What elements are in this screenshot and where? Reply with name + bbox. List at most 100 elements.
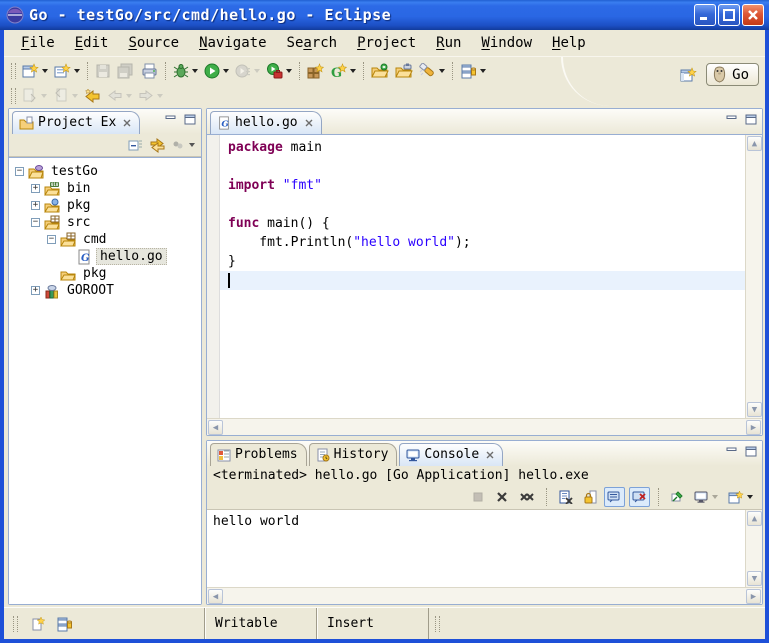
- tab-close-icon[interactable]: [123, 119, 131, 127]
- tree-item-goroot[interactable]: + GOROOT: [15, 282, 201, 299]
- code-line[interactable]: package main: [220, 138, 745, 157]
- show-view-dropdown[interactable]: [480, 69, 486, 73]
- menu-item-source[interactable]: Source: [119, 32, 188, 54]
- scroll-up-icon[interactable]: ▲: [747, 136, 762, 151]
- expander-collapse-icon[interactable]: −: [15, 167, 24, 176]
- menu-item-file[interactable]: File: [12, 32, 64, 54]
- open-console-button[interactable]: [725, 487, 756, 507]
- previous-annotation-dropdown[interactable]: [72, 94, 78, 98]
- code-line[interactable]: [220, 157, 745, 176]
- tree-item-bin[interactable]: + 010 bin: [15, 180, 201, 197]
- tab-console[interactable]: Console: [399, 443, 503, 466]
- menu-item-project[interactable]: Project: [348, 32, 425, 54]
- menu-item-help[interactable]: Help: [543, 32, 595, 54]
- toolbar-grip[interactable]: [11, 88, 16, 104]
- code-line[interactable]: [220, 195, 745, 214]
- menu-item-edit[interactable]: Edit: [66, 32, 118, 54]
- expander-expand-icon[interactable]: +: [31, 184, 40, 193]
- run-dropdown[interactable]: [223, 69, 229, 73]
- tree-label[interactable]: src: [64, 215, 93, 230]
- import-button[interactable]: [368, 60, 392, 82]
- collapse-all-button[interactable]: [127, 138, 143, 153]
- scroll-lock-button[interactable]: [580, 487, 600, 507]
- tree-label[interactable]: GOROOT: [64, 283, 117, 298]
- new-package-button[interactable]: [304, 60, 327, 82]
- scroll-right-icon[interactable]: ▶: [746, 589, 761, 604]
- tab-project-explorer[interactable]: Project Ex: [12, 111, 140, 134]
- editor-horizontal-scrollbar[interactable]: ◀ ▶: [207, 418, 762, 435]
- link-with-editor-button[interactable]: [149, 138, 166, 153]
- show-view-button[interactable]: [457, 60, 489, 82]
- tab-close-icon[interactable]: [486, 451, 494, 459]
- statusbar-grip[interactable]: [435, 616, 440, 632]
- maximize-view-icon[interactable]: [745, 114, 757, 125]
- new-wizard-button[interactable]: [19, 60, 51, 82]
- code-line[interactable]: }: [220, 252, 745, 271]
- next-annotation-dropdown[interactable]: [41, 94, 47, 98]
- open-perspective-button[interactable]: [677, 64, 700, 86]
- tab-close-icon[interactable]: [305, 119, 313, 127]
- show-stderr-button[interactable]: [629, 487, 650, 507]
- tree-label[interactable]: pkg: [80, 266, 109, 281]
- show-view-trim-icon[interactable]: [56, 616, 73, 632]
- tab-problems[interactable]: Problems: [210, 443, 307, 466]
- console-horizontal-scrollbar[interactable]: ◀ ▶: [207, 587, 762, 604]
- back-dropdown[interactable]: [126, 94, 132, 98]
- view-menu-dropdown[interactable]: [189, 143, 195, 147]
- tree-item-pkg-src[interactable]: pkg: [15, 265, 201, 282]
- tree-label[interactable]: cmd: [80, 232, 109, 247]
- next-annotation-button[interactable]: [19, 85, 50, 106]
- console-output[interactable]: hello world: [207, 510, 745, 587]
- maximize-button[interactable]: [718, 4, 740, 26]
- expander-expand-icon[interactable]: +: [31, 286, 40, 295]
- tree-item-cmd[interactable]: − cmd: [15, 231, 201, 248]
- tree-item-testgo[interactable]: − testGo: [15, 163, 201, 180]
- display-console-dropdown[interactable]: [712, 495, 718, 499]
- statusbar-grip[interactable]: [13, 616, 18, 632]
- debug-button[interactable]: [170, 60, 201, 82]
- minimize-button[interactable]: [694, 4, 716, 26]
- new-go-type-button[interactable]: G: [327, 60, 359, 82]
- fast-view-icon[interactable]: [31, 616, 46, 632]
- expander-collapse-icon[interactable]: −: [47, 235, 56, 244]
- minimize-view-icon[interactable]: [726, 446, 738, 457]
- new-go-type-dropdown[interactable]: [350, 69, 356, 73]
- forward-dropdown[interactable]: [157, 94, 163, 98]
- show-stdout-button[interactable]: [604, 487, 625, 507]
- new-go-element-dropdown[interactable]: [74, 69, 80, 73]
- display-console-button[interactable]: [691, 487, 721, 507]
- tree-item-hello-go[interactable]: G hello.go: [15, 248, 201, 265]
- external-tools-dropdown[interactable]: [286, 69, 292, 73]
- search-dropdown[interactable]: [439, 69, 445, 73]
- new-wizard-dropdown[interactable]: [42, 69, 48, 73]
- minimize-view-icon[interactable]: [165, 114, 177, 125]
- menu-item-run[interactable]: Run: [427, 32, 470, 54]
- go-perspective-button[interactable]: Go: [706, 63, 759, 86]
- editor-vertical-scrollbar[interactable]: ▲ ▼: [745, 135, 762, 418]
- remove-launch-button[interactable]: [492, 487, 512, 507]
- run-history-dropdown[interactable]: [254, 69, 260, 73]
- toolbar-grip[interactable]: [11, 63, 16, 79]
- run-history-button[interactable]: [232, 60, 263, 82]
- print-button[interactable]: [138, 60, 161, 82]
- editor-gutter[interactable]: [207, 135, 220, 418]
- tree-label[interactable]: hello.go: [96, 248, 167, 265]
- view-menu-button[interactable]: [172, 139, 195, 151]
- scroll-right-icon[interactable]: ▶: [746, 420, 761, 435]
- back-button[interactable]: [104, 85, 135, 106]
- maximize-view-icon[interactable]: [745, 446, 757, 457]
- scroll-down-icon[interactable]: ▼: [747, 571, 762, 586]
- tree-label[interactable]: pkg: [64, 198, 93, 213]
- scroll-up-icon[interactable]: ▲: [747, 511, 762, 526]
- title-bar[interactable]: Go - testGo/src/cmd/hello.go - Eclipse: [0, 0, 769, 30]
- tree-item-pkg[interactable]: + pkg: [15, 197, 201, 214]
- remove-all-launches-button[interactable]: [516, 487, 538, 507]
- save-button[interactable]: [92, 60, 114, 82]
- scroll-down-icon[interactable]: ▼: [747, 402, 762, 417]
- forward-button[interactable]: [135, 85, 166, 106]
- save-all-button[interactable]: [114, 60, 138, 82]
- expander-collapse-icon[interactable]: −: [31, 218, 40, 227]
- minimize-view-icon[interactable]: [726, 114, 738, 125]
- code-line[interactable]: func main() {: [220, 214, 745, 233]
- menu-item-search[interactable]: Search: [278, 32, 347, 54]
